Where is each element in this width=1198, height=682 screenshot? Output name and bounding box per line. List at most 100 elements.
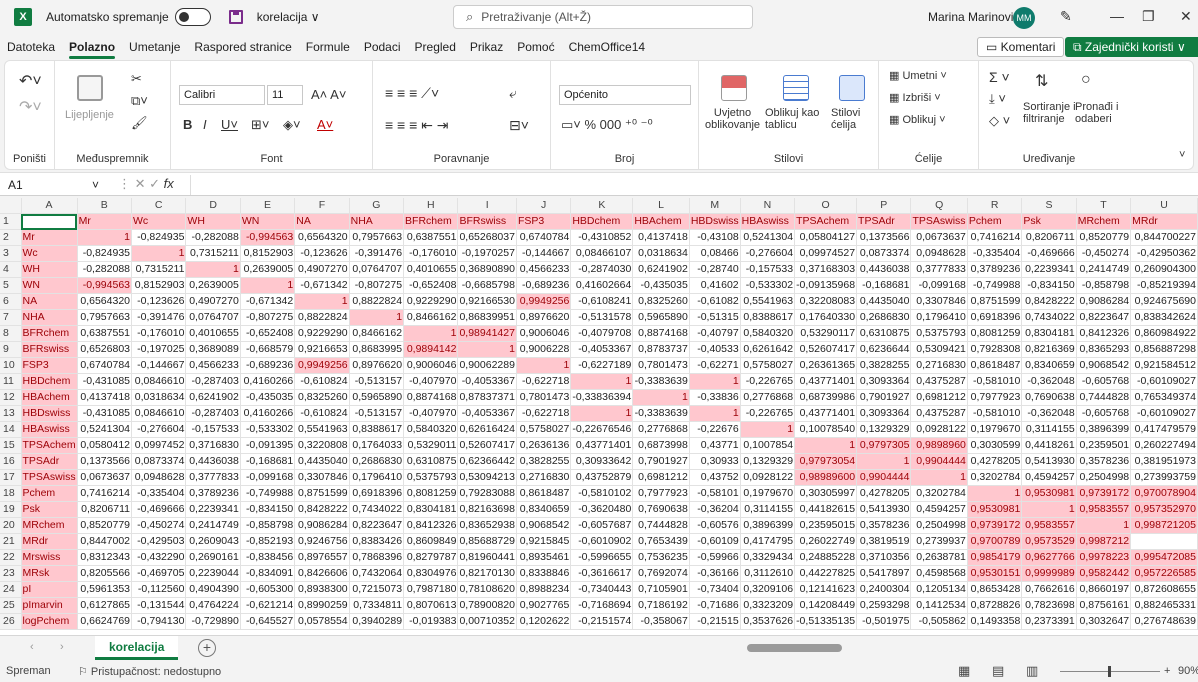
cell[interactable]: 0,86839951 xyxy=(457,309,517,326)
cell[interactable]: 0,8081259 xyxy=(967,325,1023,342)
cell[interactable]: -0,62271 xyxy=(689,357,741,374)
cell[interactable]: -0,168681 xyxy=(856,277,912,294)
cell[interactable]: WN xyxy=(21,277,78,294)
cell[interactable]: -0,43108 xyxy=(689,229,741,246)
cell[interactable]: -0,834091 xyxy=(240,565,296,582)
cell[interactable]: 0,5241304 xyxy=(740,229,796,246)
cell[interactable]: -0,432290 xyxy=(131,549,187,566)
row-header[interactable]: 7 xyxy=(0,309,22,326)
cell[interactable]: 0,4566233 xyxy=(516,261,572,278)
copy-icon[interactable]: ⧉˅ xyxy=(131,93,148,109)
cell[interactable]: 0,44182615 xyxy=(794,501,858,518)
font-name-field[interactable]: Calibri xyxy=(179,85,265,105)
autosum-icon[interactable]: Σ ˅ xyxy=(989,69,1010,85)
cell[interactable]: 0,41602664 xyxy=(570,277,634,294)
cell[interactable]: 0,4764224 xyxy=(185,597,241,614)
column-header[interactable]: B xyxy=(77,198,133,214)
cell[interactable]: 0,3209106 xyxy=(740,581,796,598)
cell[interactable]: 0,8618487 xyxy=(516,485,572,502)
cell[interactable]: -0,824935 xyxy=(77,245,133,262)
cell[interactable]: 0,4010655 xyxy=(403,261,459,278)
cell[interactable]: 0,2609043 xyxy=(185,533,241,550)
cell[interactable]: 0,3202784 xyxy=(967,469,1023,486)
column-header[interactable]: A xyxy=(21,198,78,214)
cell[interactable]: 0,9582442 xyxy=(1076,565,1132,582)
cell[interactable]: WN xyxy=(240,213,296,230)
cell[interactable]: 0,6526803 xyxy=(77,341,133,358)
cell[interactable]: 0,0997452 xyxy=(131,437,187,454)
cell[interactable]: 0,30933 xyxy=(689,453,741,470)
cell[interactable]: 0,78900820 xyxy=(457,597,517,614)
cell[interactable]: -0,40533 xyxy=(689,341,741,358)
cut-icon[interactable]: ✂ xyxy=(131,71,142,87)
cell[interactable]: 0,5375793 xyxy=(403,469,459,486)
cell[interactable]: 0,924675690 xyxy=(1130,293,1198,310)
cell[interactable]: -0,450274 xyxy=(131,517,187,534)
cell[interactable]: 0,52607417 xyxy=(457,437,517,454)
cell[interactable]: 0,0578554 xyxy=(294,613,350,630)
cell[interactable]: 0,5309421 xyxy=(910,341,968,358)
menu-item-3[interactable]: Raspored stranice xyxy=(187,34,298,60)
cell[interactable]: 0,2239044 xyxy=(185,565,241,582)
cell[interactable]: 0,1979670 xyxy=(967,421,1023,438)
document-title[interactable]: korelacija ∨ xyxy=(257,10,320,24)
cell[interactable]: TPSAdr xyxy=(856,213,912,230)
column-header[interactable]: U xyxy=(1130,198,1198,214)
cell[interactable]: 0,81960441 xyxy=(457,549,517,566)
cell[interactable]: pI xyxy=(21,581,78,598)
cell[interactable]: -0,73404 xyxy=(689,581,741,598)
cell[interactable]: -0,42950362 xyxy=(1130,245,1198,262)
cell[interactable]: 0,7186192 xyxy=(632,597,690,614)
cell[interactable]: 0,7444828 xyxy=(1076,389,1132,406)
cell[interactable]: 0,8223647 xyxy=(1076,309,1132,326)
cell[interactable]: 0,8412326 xyxy=(1076,325,1132,342)
cell[interactable]: 0,9797305 xyxy=(856,437,912,454)
cell[interactable]: MRchem xyxy=(1076,213,1132,230)
cell[interactable]: 0,970078904 xyxy=(1130,485,1198,502)
cell[interactable]: 0,0873374 xyxy=(856,245,912,262)
cell[interactable]: -0,3383639 xyxy=(632,373,690,390)
cell[interactable]: -0,099168 xyxy=(910,277,968,294)
cell[interactable]: 0,7801473 xyxy=(516,389,572,406)
number-format-field[interactable]: Općenito xyxy=(559,85,691,105)
cell[interactable]: 0,2414749 xyxy=(185,517,241,534)
cell[interactable]: 0,5541963 xyxy=(294,421,350,438)
cell[interactable]: -0,671342 xyxy=(240,293,296,310)
cell[interactable]: 0,7434022 xyxy=(349,501,405,518)
row-header[interactable]: 4 xyxy=(0,261,22,278)
cell[interactable]: 0,7416214 xyxy=(967,229,1023,246)
cell[interactable]: 0,7823698 xyxy=(1021,597,1077,614)
cell[interactable]: -0,5810102 xyxy=(570,485,634,502)
menu-item-5[interactable]: Podaci xyxy=(357,34,408,60)
cell[interactable]: 0,8520779 xyxy=(77,517,133,534)
cell[interactable]: 0,7801473 xyxy=(632,357,690,374)
cell[interactable]: 0,05804127 xyxy=(794,229,858,246)
cell[interactable]: 0,5413930 xyxy=(1021,453,1077,470)
cell[interactable]: pImarvin xyxy=(21,597,78,614)
cell[interactable]: -0,2151574 xyxy=(570,613,634,630)
cell[interactable]: 0,9086284 xyxy=(1076,293,1132,310)
row-header[interactable]: 18 xyxy=(0,485,22,502)
cell[interactable]: -0,513157 xyxy=(349,373,405,390)
cell[interactable]: -0,807275 xyxy=(240,309,296,326)
cell[interactable] xyxy=(1130,533,1198,550)
cell[interactable]: 0,2716830 xyxy=(910,357,968,374)
cell[interactable]: -0,622718 xyxy=(516,405,572,422)
name-box[interactable]: A1 ˅ xyxy=(4,175,114,195)
cell[interactable]: -0,71686 xyxy=(689,597,741,614)
row-header[interactable]: 26 xyxy=(0,613,22,630)
cell[interactable]: -0,176010 xyxy=(403,245,459,262)
cell[interactable]: NA xyxy=(294,213,350,230)
row-header[interactable]: 11 xyxy=(0,373,22,390)
cell[interactable]: 0,4174795 xyxy=(740,533,796,550)
cell[interactable]: 0,3940289 xyxy=(349,613,405,630)
cell[interactable]: -0,4053367 xyxy=(570,341,634,358)
prev-sheet-icon[interactable]: ‹ xyxy=(30,641,34,653)
cell[interactable]: 0,7315211 xyxy=(131,261,187,278)
cell[interactable]: -0,7340443 xyxy=(570,581,634,598)
cell[interactable]: 0,417479579 xyxy=(1130,421,1198,438)
cell[interactable]: 0,30933642 xyxy=(570,453,634,470)
cell[interactable]: 0,3307846 xyxy=(910,293,968,310)
cell[interactable]: 0,7444828 xyxy=(632,517,690,534)
cell[interactable]: 0,381951973 xyxy=(1130,453,1198,470)
